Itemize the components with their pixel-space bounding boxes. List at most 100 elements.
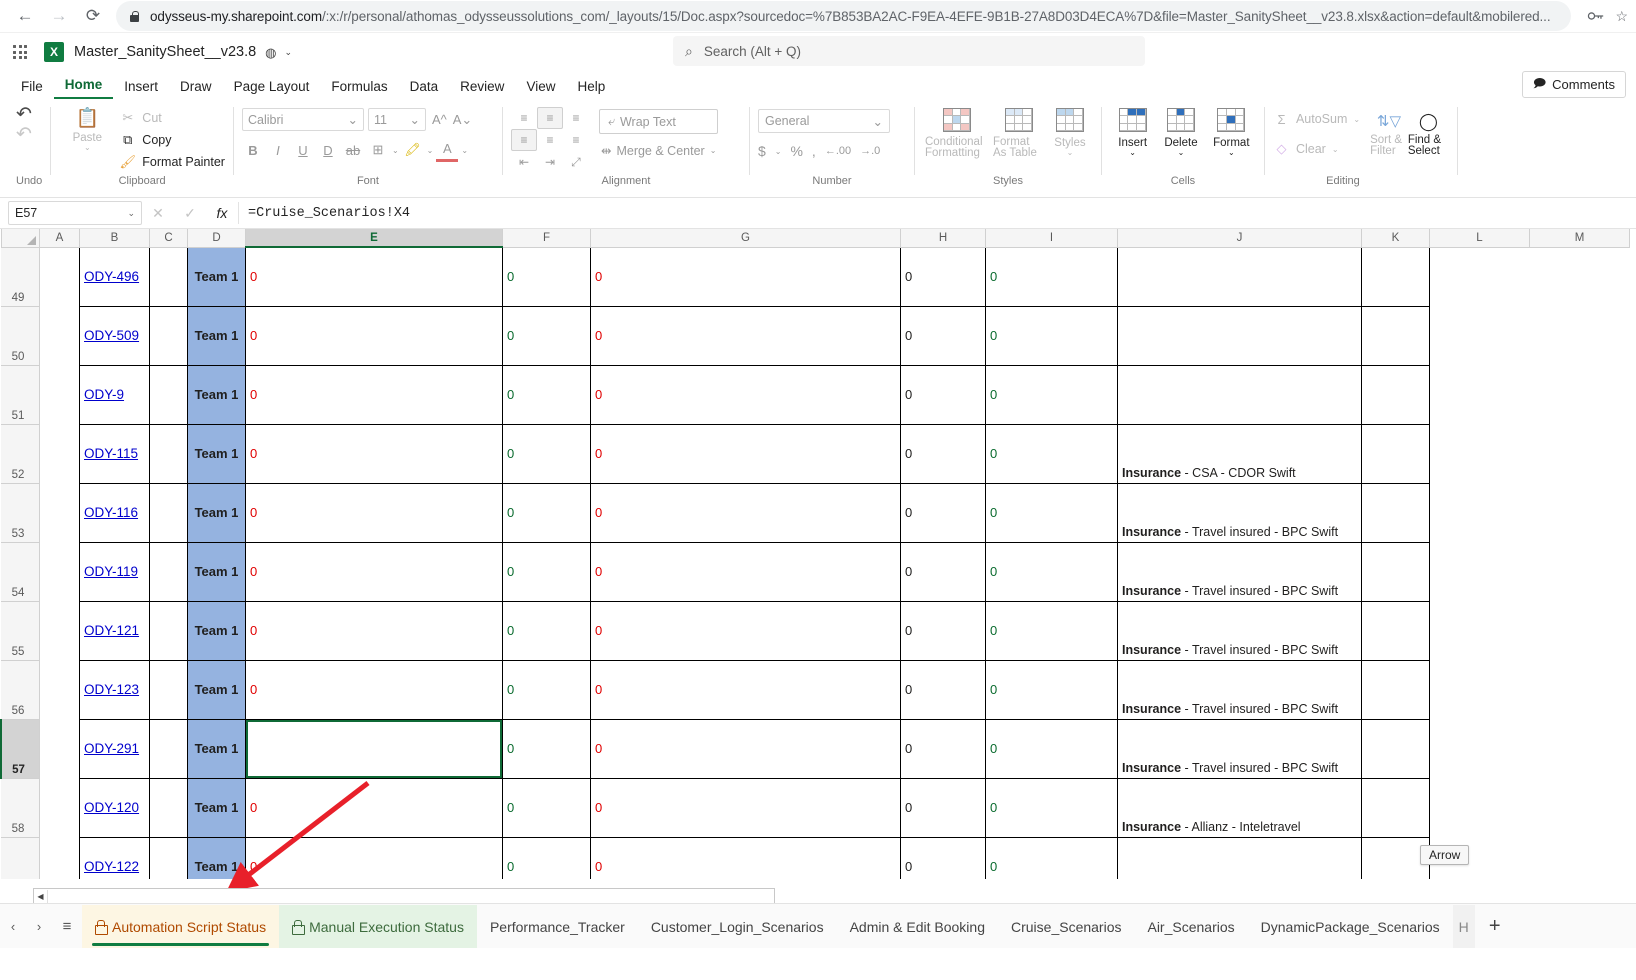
cell-D49[interactable]: Team 1 — [187, 246, 246, 307]
decrease-decimal-button[interactable]: →.0 — [860, 145, 880, 157]
cell-A57[interactable] — [39, 719, 80, 778]
cell-A51[interactable] — [39, 365, 80, 424]
cell-L49[interactable] — [1429, 247, 1530, 306]
cell-G55[interactable]: 0 — [590, 600, 901, 661]
cell-D57[interactable]: Team 1 — [187, 718, 246, 779]
align-bottom-button[interactable]: ≡ — [563, 107, 589, 129]
table-row[interactable]: 57 ODY-291 Team 1 0 0 0 0 Insurance - Tr… — [0, 718, 1630, 779]
cell-F56[interactable]: 0 — [502, 659, 591, 720]
cell-F52[interactable]: 0 — [502, 423, 591, 484]
tab-help[interactable]: Help — [566, 77, 616, 99]
borders-chevron-down-icon[interactable]: ⌄ — [392, 146, 399, 155]
find-select-button[interactable]: ◯ Find & Select — [1408, 108, 1449, 157]
font-size-select[interactable]: 11 ⌄ — [367, 108, 426, 131]
cell-J52[interactable]: Insurance - CSA - CDOR Swift — [1117, 423, 1362, 484]
cell-E55[interactable]: 0 — [245, 600, 503, 661]
cell-D50[interactable]: Team 1 — [187, 305, 246, 366]
cell-M54[interactable] — [1529, 542, 1630, 601]
cell-H53[interactable]: 0 — [900, 482, 986, 543]
cell-A49[interactable] — [39, 247, 80, 306]
cell-M56[interactable] — [1529, 660, 1630, 719]
sheet-tab-manual-execution-status[interactable]: Manual Execution Status — [279, 904, 477, 949]
issue-link[interactable]: ODY-122 — [84, 859, 139, 874]
paste-button[interactable]: 📋 Paste ⌄ — [59, 105, 115, 152]
cell-E51[interactable]: 0 — [245, 364, 503, 425]
cell-A50[interactable] — [39, 306, 80, 365]
font-color-chevron-down-icon[interactable]: ⌄ — [461, 146, 468, 155]
sheet-tab-dynamicpackage-scenarios[interactable]: DynamicPackage_Scenarios — [1248, 905, 1453, 949]
cell-E53[interactable]: 0 — [245, 482, 503, 543]
font-name-select[interactable]: Calibri ⌄ — [241, 108, 364, 131]
cell-J53[interactable]: Insurance - Travel insured - BPC Swift — [1117, 482, 1362, 543]
cell-B54[interactable]: ODY-119 — [79, 541, 150, 602]
cell-H55[interactable]: 0 — [900, 600, 986, 661]
align-right-button[interactable]: ≡ — [563, 129, 589, 151]
cell-A59[interactable] — [39, 837, 80, 879]
cell-F59[interactable]: 0 — [502, 836, 591, 879]
cell-E57-selected[interactable] — [245, 718, 503, 779]
italic-button[interactable]: I — [267, 140, 289, 161]
cell-C55[interactable] — [149, 600, 188, 661]
cell-B52[interactable]: ODY-115 — [79, 423, 150, 484]
cell-K56[interactable] — [1361, 659, 1430, 720]
cell-J56[interactable]: Insurance - Travel insured - BPC Swift — [1117, 659, 1362, 720]
cell-I53[interactable]: 0 — [985, 482, 1118, 543]
cell-I56[interactable]: 0 — [985, 659, 1118, 720]
cell-D51[interactable]: Team 1 — [187, 364, 246, 425]
cell-G51[interactable]: 0 — [590, 364, 901, 425]
cell-I52[interactable]: 0 — [985, 423, 1118, 484]
cell-C51[interactable] — [149, 364, 188, 425]
percent-button[interactable]: % — [790, 143, 802, 159]
cell-F57[interactable]: 0 — [502, 718, 591, 779]
issue-link[interactable]: ODY-496 — [84, 269, 139, 284]
currency-button[interactable]: $ — [758, 143, 766, 159]
align-top-button[interactable]: ≡ — [511, 107, 537, 129]
underline-button[interactable]: U — [292, 140, 314, 161]
tab-data[interactable]: Data — [399, 77, 450, 99]
cell-B51[interactable]: ODY-9 — [79, 364, 150, 425]
comments-button[interactable]: 🗩 Comments — [1521, 71, 1626, 98]
sort-filter-button[interactable]: ⇅▽ Sort & Filter — [1370, 108, 1408, 157]
cell-E56[interactable]: 0 — [245, 659, 503, 720]
cell-E58[interactable]: 0 — [245, 777, 503, 838]
cell-B57[interactable]: ODY-291 — [79, 718, 150, 779]
cell-E54[interactable]: 0 — [245, 541, 503, 602]
sheet-tab-cruise-scenarios[interactable]: Cruise_Scenarios — [998, 905, 1135, 949]
all-sheets-list-icon[interactable]: ≡ — [52, 907, 82, 947]
cell-J59[interactable]: Insurance - Allianz - Inteletravel — [1117, 836, 1362, 879]
cell-F58[interactable]: 0 — [502, 777, 591, 838]
cell-E59[interactable]: 0 — [245, 836, 503, 879]
column-header-F[interactable]: F — [502, 229, 591, 248]
issue-link[interactable]: ODY-119 — [84, 564, 138, 579]
cell-A54[interactable] — [39, 542, 80, 601]
cell-H51[interactable]: 0 — [900, 364, 986, 425]
row-header-52[interactable]: 52 — [1, 423, 40, 484]
cell-H58[interactable]: 0 — [900, 777, 986, 838]
tab-formulas[interactable]: Formulas — [320, 77, 398, 99]
cell-D55[interactable]: Team 1 — [187, 600, 246, 661]
cell-K54[interactable] — [1361, 541, 1430, 602]
undo-icon[interactable]: ↶ — [16, 105, 32, 125]
cell-K57[interactable] — [1361, 718, 1430, 779]
table-row[interactable]: 54 ODY-119 Team 1 0 0 0 0 0 Insurance - … — [1, 541, 1630, 602]
borders-icon[interactable]: ⊞ — [367, 140, 389, 161]
decrease-indent-button[interactable]: ⇤ — [511, 151, 537, 173]
redo-icon[interactable]: ↷ — [16, 124, 32, 145]
add-sheet-button[interactable]: + — [1475, 905, 1515, 949]
cell-F49[interactable]: 0 — [502, 246, 591, 307]
cell-F54[interactable]: 0 — [502, 541, 591, 602]
column-header-I[interactable]: I — [985, 229, 1118, 248]
cell-J50[interactable] — [1117, 305, 1362, 366]
issue-link[interactable]: ODY-120 — [84, 800, 139, 815]
sheet-tab-automation-script-status[interactable]: Automation Script Status — [82, 904, 280, 949]
sheet-tab-truncated[interactable]: H — [1452, 904, 1475, 949]
cell-G57[interactable]: 0 — [590, 718, 901, 779]
shrink-font-icon[interactable]: A⌄ — [453, 112, 473, 128]
document-title[interactable]: Master_SanitySheet__v23.8 — [74, 44, 256, 60]
next-sheet-icon[interactable]: › — [26, 907, 52, 947]
cell-K53[interactable] — [1361, 482, 1430, 543]
cell-I57[interactable]: 0 — [985, 718, 1118, 779]
cell-M58[interactable] — [1529, 778, 1630, 837]
column-header-E[interactable]: E — [245, 229, 503, 248]
column-header-C[interactable]: C — [149, 229, 188, 248]
